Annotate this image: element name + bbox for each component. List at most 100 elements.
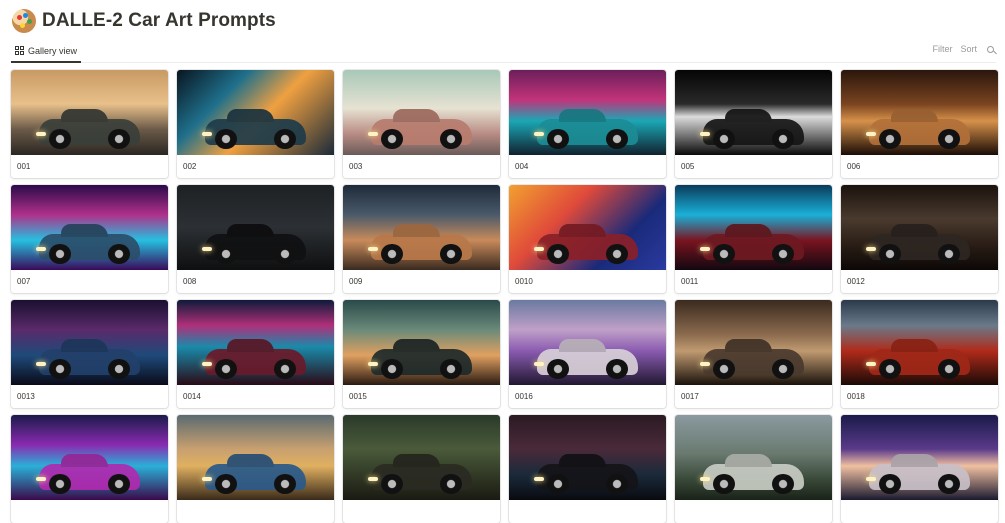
filter-button[interactable]: Filter <box>932 44 952 54</box>
headlight-shape <box>36 132 46 137</box>
gallery-card[interactable] <box>343 415 500 523</box>
headlight-shape <box>368 362 378 367</box>
wheel-shape <box>214 128 237 150</box>
headlight-shape <box>534 247 544 252</box>
gallery-card[interactable]: 005 <box>675 70 832 178</box>
headlight-shape <box>534 132 544 137</box>
wheel-shape <box>48 358 71 380</box>
headlight-shape <box>202 362 212 367</box>
wheel-shape <box>546 358 569 380</box>
card-title: 006 <box>847 162 861 171</box>
wheel-shape <box>878 243 901 265</box>
tab-gallery-view-label: Gallery view <box>28 45 78 56</box>
wheel-shape <box>274 243 297 265</box>
gallery-card[interactable]: 0011 <box>675 185 832 293</box>
wheel-shape <box>772 243 795 265</box>
card-cover-image <box>675 415 832 500</box>
headlight-shape <box>36 247 46 252</box>
card-cover-image <box>343 70 500 155</box>
gallery-card[interactable]: 006 <box>841 70 998 178</box>
wheel-shape <box>48 243 71 265</box>
artist-palette-icon[interactable] <box>12 9 36 33</box>
headlight-shape <box>866 477 876 482</box>
tab-gallery-view[interactable]: Gallery view <box>11 40 82 63</box>
card-cover-image <box>177 415 334 500</box>
headlight-shape <box>36 362 46 367</box>
headlight-shape <box>368 132 378 137</box>
search-icon[interactable] <box>987 45 994 53</box>
card-cover-image <box>11 415 168 500</box>
wheel-shape <box>938 128 961 150</box>
wheel-shape <box>108 358 131 380</box>
gallery-card[interactable]: 0010 <box>509 185 666 293</box>
card-cover-image <box>509 300 666 385</box>
wheel-shape <box>878 128 901 150</box>
gallery-card[interactable]: 0014 <box>177 300 334 408</box>
gallery-card[interactable]: 0016 <box>509 300 666 408</box>
wheel-shape <box>108 473 131 495</box>
wheel-shape <box>380 128 403 150</box>
wheel-shape <box>606 473 629 495</box>
card-cover-image <box>841 185 998 270</box>
headlight-shape <box>866 247 876 252</box>
card-title: 007 <box>17 277 31 286</box>
card-title: 001 <box>17 162 31 171</box>
card-cover-image <box>11 185 168 270</box>
gallery-card[interactable]: 002 <box>177 70 334 178</box>
wheel-shape <box>380 243 403 265</box>
gallery-card[interactable]: 008 <box>177 185 334 293</box>
card-title: 009 <box>349 277 363 286</box>
wheel-shape <box>606 243 629 265</box>
wheel-shape <box>274 128 297 150</box>
view-toolbar: Gallery view Filter Sort <box>11 40 996 63</box>
wheel-shape <box>772 358 795 380</box>
wheel-shape <box>712 358 735 380</box>
card-cover-image <box>509 70 666 155</box>
wheel-shape <box>938 358 961 380</box>
gallery-card[interactable]: 009 <box>343 185 500 293</box>
wheel-shape <box>606 358 629 380</box>
headlight-shape <box>368 247 378 252</box>
gallery-card[interactable]: 0018 <box>841 300 998 408</box>
gallery-card[interactable]: 0013 <box>11 300 168 408</box>
gallery-card[interactable] <box>675 415 832 523</box>
gallery-card[interactable] <box>509 415 666 523</box>
headlight-shape <box>202 477 212 482</box>
card-cover-image <box>841 70 998 155</box>
wheel-shape <box>546 473 569 495</box>
gallery-card[interactable]: 004 <box>509 70 666 178</box>
wheel-shape <box>380 358 403 380</box>
gallery-card[interactable]: 0017 <box>675 300 832 408</box>
wheel-shape <box>274 473 297 495</box>
headlight-shape <box>700 362 710 367</box>
wheel-shape <box>878 358 901 380</box>
card-title: 0018 <box>847 392 865 401</box>
wheel-shape <box>380 473 403 495</box>
gallery-card[interactable]: 0012 <box>841 185 998 293</box>
wheel-shape <box>48 128 71 150</box>
wheel-shape <box>546 128 569 150</box>
gallery-card[interactable] <box>841 415 998 523</box>
gallery-card[interactable]: 003 <box>343 70 500 178</box>
wheel-shape <box>772 473 795 495</box>
gallery-card[interactable] <box>11 415 168 523</box>
card-title: 0013 <box>17 392 35 401</box>
wheel-shape <box>606 128 629 150</box>
wheel-shape <box>214 358 237 380</box>
wheel-shape <box>214 243 237 265</box>
wheel-shape <box>108 243 131 265</box>
wheel-shape <box>440 243 463 265</box>
headlight-shape <box>700 132 710 137</box>
gallery-card[interactable]: 001 <box>11 70 168 178</box>
card-cover-image <box>675 185 832 270</box>
card-title: 004 <box>515 162 529 171</box>
wheel-shape <box>440 358 463 380</box>
card-cover-image <box>675 300 832 385</box>
gallery-card[interactable] <box>177 415 334 523</box>
sort-button[interactable]: Sort <box>960 44 977 54</box>
page-header: DALLE-2 Car Art Prompts <box>12 9 276 33</box>
gallery-card[interactable]: 0015 <box>343 300 500 408</box>
headlight-shape <box>700 477 710 482</box>
wheel-shape <box>772 128 795 150</box>
gallery-card[interactable]: 007 <box>11 185 168 293</box>
